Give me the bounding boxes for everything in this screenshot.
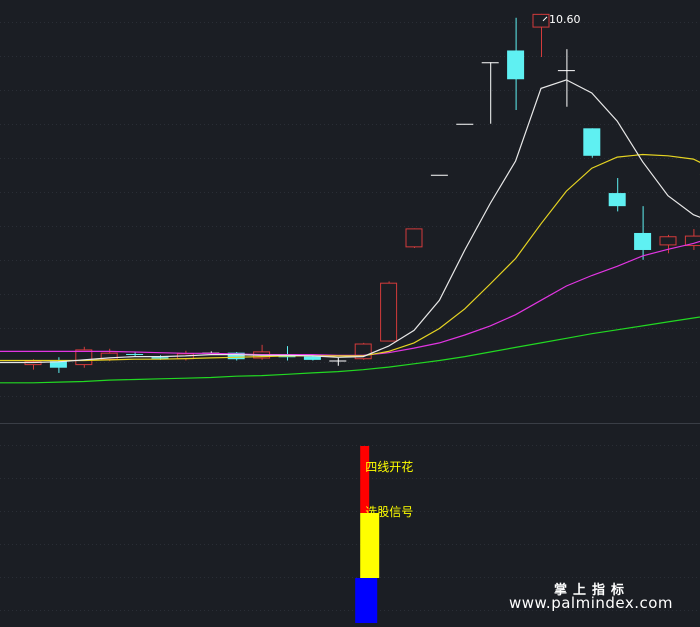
candle-body: [659, 236, 677, 246]
signal-label-yellow: 选股信号: [365, 505, 413, 519]
candlestick-chart: 10.60 四线开花选股信号: [0, 13, 700, 623]
signal-bar-red: [360, 446, 370, 513]
candle-body: [608, 193, 626, 207]
candle-body: [303, 356, 321, 360]
ma5-line: [0, 79, 700, 364]
candle-body: [405, 228, 423, 248]
watermark-url: www.palmindex.com: [509, 594, 674, 612]
ma60-line: [0, 312, 700, 384]
candle-body: [532, 13, 550, 28]
candle-body: [634, 232, 652, 250]
candle-body: [583, 128, 601, 156]
candle-body: [151, 357, 169, 359]
candle-body: [126, 353, 144, 355]
candle-body: [380, 282, 398, 342]
chart-stage: 10.60 四线开花 选股信号 掌上指标 www.palmindex.com: [0, 0, 700, 627]
candle-body: [75, 349, 93, 366]
signal-bar-blue: [355, 578, 378, 623]
candle-body: [507, 50, 525, 80]
signal-label-red: 四线开花: [365, 459, 413, 474]
peak-price-label: 10.60: [549, 13, 581, 26]
ma10-line: [0, 153, 700, 362]
signal-bar-yellow: [360, 513, 380, 578]
